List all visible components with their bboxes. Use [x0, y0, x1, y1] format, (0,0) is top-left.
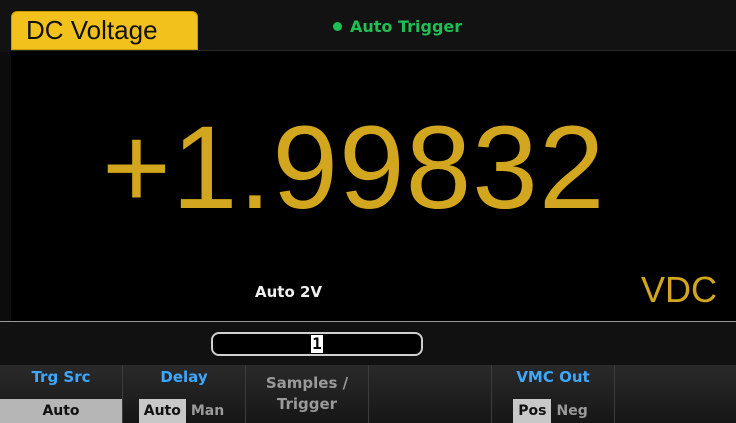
softkey-options: Auto Man	[123, 399, 245, 423]
trigger-status: Auto Trigger	[333, 13, 462, 39]
unit-label: VDC	[641, 269, 718, 310]
option-man[interactable]: Man	[186, 399, 229, 423]
softkey-blank[interactable]	[369, 365, 492, 423]
softkey-menu: Trg Src Auto Delay Auto Man Samples / Tr…	[0, 365, 736, 423]
softkey-blank-2[interactable]	[615, 365, 736, 423]
measurement-reading: +1.99832	[102, 102, 606, 234]
trigger-status-label: Auto Trigger	[350, 16, 463, 36]
softkey-vmc-out[interactable]: VMC Out Pos Neg	[492, 365, 615, 423]
softkey-trg-src[interactable]: Trg Src Auto	[0, 365, 123, 423]
measurement-display: +1.99832 Auto 2V VDC	[11, 50, 736, 322]
mode-tab-dc-voltage[interactable]: DC Voltage	[11, 11, 198, 50]
softkey-title: Trg Src	[31, 368, 91, 386]
softkey-title: VMC Out	[516, 368, 590, 386]
softkey-label: Samples / Trigger	[246, 373, 368, 415]
trigger-indicator-icon	[333, 21, 342, 31]
softkey-options: Pos Neg	[492, 399, 614, 423]
multimeter-screen: DC Voltage Auto Trigger +1.99832 Auto 2V…	[0, 0, 736, 423]
option-neg[interactable]: Neg	[551, 399, 592, 423]
option-pos[interactable]: Pos	[513, 399, 552, 423]
input-strip: 1	[0, 321, 736, 366]
softkey-samples-per-trigger[interactable]: Samples / Trigger	[246, 365, 369, 423]
input-value: 1	[311, 334, 323, 353]
softkey-label-line2: Trigger	[276, 395, 338, 413]
softkey-value: Auto	[0, 399, 122, 423]
softkey-delay[interactable]: Delay Auto Man	[123, 365, 246, 423]
numeric-input-field[interactable]: 1	[211, 332, 423, 356]
header-bar: DC Voltage Auto Trigger	[0, 0, 736, 52]
softkey-label-line1: Samples /	[265, 374, 349, 392]
mode-tab-label: DC Voltage	[26, 15, 158, 45]
softkey-title: Delay	[160, 368, 208, 386]
range-label: Auto 2V	[255, 283, 323, 301]
option-auto[interactable]: Auto	[138, 399, 186, 423]
